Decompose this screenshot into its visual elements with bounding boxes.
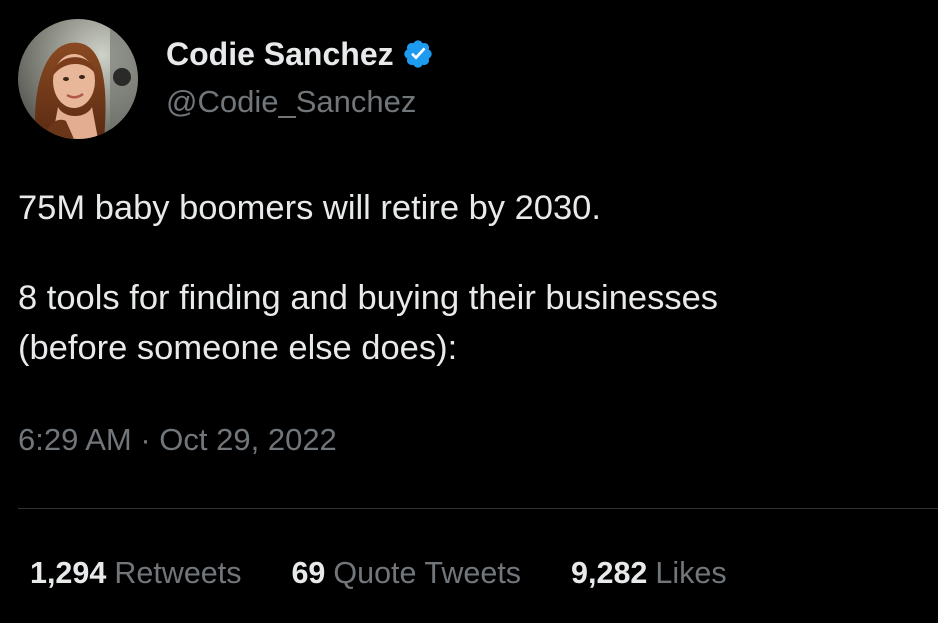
avatar-image — [18, 19, 138, 139]
retweets-count: 1,294 — [30, 556, 107, 590]
retweets-label: Retweets — [114, 556, 242, 590]
tweet-timestamp[interactable]: 6:29 AM · Oct 29, 2022 — [18, 422, 337, 458]
tweet-paragraph: 8 tools for finding and buying their bus… — [18, 279, 719, 317]
author-handle[interactable]: @Codie_Sanchez — [166, 84, 416, 120]
tweet-card: Codie Sanchez @Codie_Sanchez 75M baby bo… — [0, 0, 938, 623]
retweets-stat[interactable]: 1,294 Retweets — [30, 556, 241, 591]
avatar[interactable] — [18, 19, 138, 139]
likes-count: 9,282 — [571, 556, 648, 590]
likes-label: Likes — [655, 556, 727, 590]
tweet-text: 75M baby boomers will retire by 2030. 8 … — [18, 183, 928, 373]
likes-stat[interactable]: 9,282 Likes — [571, 556, 727, 591]
quote-tweets-label: Quote Tweets — [333, 556, 522, 590]
divider — [18, 508, 938, 509]
author-display-name[interactable]: Codie Sanchez — [166, 36, 394, 73]
tweet-stats: 1,294 Retweets 69 Quote Tweets 9,282 Likes — [30, 556, 727, 591]
verified-badge-icon — [402, 38, 434, 70]
tweet-paragraph: (before someone else does): — [18, 329, 458, 367]
tweet-paragraph: 75M baby boomers will retire by 2030. — [18, 189, 601, 227]
quote-tweets-stat[interactable]: 69 Quote Tweets — [291, 556, 521, 591]
quote-tweets-count: 69 — [291, 556, 326, 590]
author-name-row: Codie Sanchez — [166, 32, 434, 76]
